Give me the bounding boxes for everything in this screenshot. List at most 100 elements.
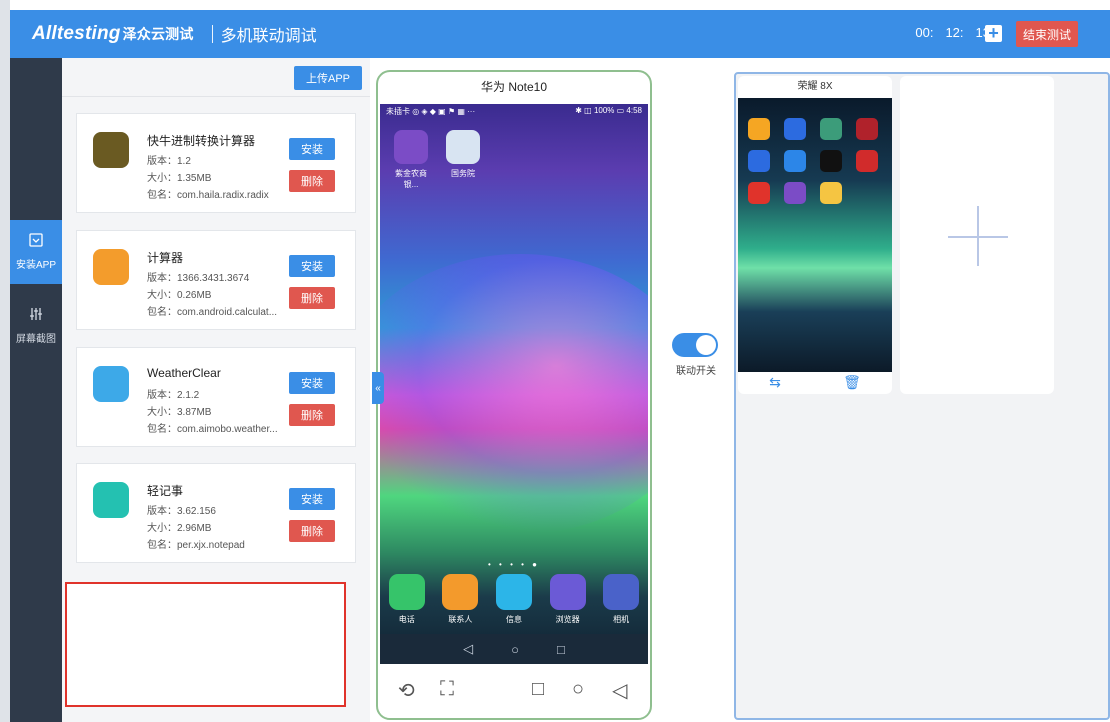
notepad-app-icon [93, 482, 129, 518]
screenshot-icon[interactable]: ⛶ [440, 678, 454, 701]
app-card: 轻记事 版本：3.62.156 大小：2.96MB 包名：per.xjx.not… [76, 463, 356, 563]
app-list-panel: 上传APP 快牛进制转换计算器 版本：1.2 大小：1.35MB 包名：com.… [62, 58, 370, 722]
inbox-icon [29, 233, 43, 250]
status-left: 未插卡 ◎ ◈ ◆ ▣ ⚑ ▦ ··· [386, 107, 476, 116]
collapse-panel-button[interactable]: « [372, 372, 384, 404]
app-version: 版本：1366.3431.3674 [147, 273, 250, 284]
app-icon[interactable] [820, 150, 842, 172]
app-icon[interactable] [820, 118, 842, 140]
header-divider [211, 25, 213, 43]
upload-app-button[interactable]: 上传APP [294, 66, 362, 90]
device-screen[interactable]: 未插卡 ◎ ◈ ◆ ▣ ⚑ ▦ ··· ✱ ◫ 100% ▭ 4:58 紫金农商… [380, 104, 648, 664]
end-test-button[interactable]: 结束测试 [1016, 21, 1078, 47]
add-device-slot[interactable] [900, 76, 1054, 394]
dock-app[interactable]: 电话 [385, 574, 429, 625]
dock-app[interactable]: 信息 [492, 574, 536, 625]
home-icon[interactable]: ○ [572, 678, 584, 701]
device-title: 华为 Note10 [480, 80, 548, 94]
recents-icon[interactable]: □ [532, 678, 544, 701]
page-indicator: • • • • ● [488, 560, 540, 569]
delete-button[interactable]: 删除 [289, 287, 335, 309]
timer-minutes: 12: [945, 25, 964, 40]
app-version: 版本：3.62.156 [147, 506, 216, 517]
status-right: ✱ ◫ 100% ▭ 4:58 [575, 106, 642, 115]
app-icon[interactable] [856, 150, 878, 172]
app-package: 包名：com.haila.radix.radix [147, 190, 269, 201]
sliders-icon [29, 307, 43, 324]
secondary-device: 荣耀 8X ⇆ 🗑 [738, 76, 892, 394]
nav-screenshot-label: 屏幕截图 [16, 334, 56, 345]
back-icon[interactable]: ◁ [612, 678, 627, 703]
highlight-box [65, 582, 346, 707]
app-package: 包名：per.xjx.notepad [147, 540, 245, 551]
install-button[interactable]: 安装 [289, 488, 335, 510]
app-name: WeatherClear [147, 366, 221, 380]
home-app[interactable]: 紫金农商银... [388, 130, 434, 190]
mini-app-grid [748, 118, 888, 204]
android-nav-bar: ◁ ○ □ [380, 634, 648, 664]
app-dock: 电话 联系人 信息 浏览器 相机 [380, 574, 648, 625]
recents-icon[interactable]: □ [557, 642, 565, 657]
logo-text: Alltesting [32, 23, 121, 44]
delete-button[interactable]: 删除 [289, 170, 335, 192]
app-label: 信息 [505, 615, 522, 624]
sync-toggle[interactable] [672, 333, 718, 357]
bank-app-icon [394, 130, 428, 164]
app-icon[interactable] [748, 150, 770, 172]
dock-app[interactable]: 联系人 [438, 574, 482, 625]
secondary-devices-panel: 荣耀 8X ⇆ 🗑 [734, 72, 1110, 720]
app-icon[interactable] [784, 182, 806, 204]
app-size: 大小：2.96MB [147, 523, 212, 534]
trash-icon[interactable]: 🗑 [843, 374, 861, 394]
government-app-icon [446, 130, 480, 164]
wallpaper-aurora [380, 254, 648, 534]
install-button[interactable]: 安装 [289, 138, 335, 160]
nav-install-app[interactable]: 安装APP [10, 220, 68, 284]
app-label: 浏览器 [555, 615, 580, 624]
page-title: 多机联动调试 [220, 28, 317, 45]
app-icon[interactable] [820, 182, 842, 204]
app-name: 快牛进制转换计算器 [147, 134, 256, 148]
home-app[interactable]: 国务院 [440, 130, 486, 179]
rotate-icon[interactable]: ⟲ [398, 678, 415, 703]
app-size: 大小：1.35MB [147, 173, 212, 184]
app-package: 包名：com.android.calculat... [147, 307, 278, 318]
app-size: 大小：3.87MB [147, 407, 212, 418]
app-label: 紫金农商银... [395, 169, 427, 189]
weather-app-icon [93, 366, 129, 402]
app-icon[interactable] [784, 150, 806, 172]
brand-logo: Alltesting 泽众云测试 [32, 23, 194, 45]
switch-device-icon[interactable]: ⇆ [769, 374, 781, 394]
app-icon[interactable] [748, 118, 770, 140]
window-edge [0, 0, 10, 722]
home-icon[interactable]: ○ [511, 642, 519, 657]
dock-app[interactable]: 相机 [599, 574, 643, 625]
app-card: 计算器 版本：1366.3431.3674 大小：0.26MB 包名：com.a… [76, 230, 356, 330]
status-bar: 未插卡 ◎ ◈ ◆ ▣ ⚑ ▦ ··· ✱ ◫ 100% ▭ 4:58 [386, 106, 642, 117]
app-icon[interactable] [784, 118, 806, 140]
delete-button[interactable]: 删除 [289, 404, 335, 426]
messages-icon [495, 574, 532, 610]
device-toolbar: ⟲ ⛶ □ ○ ◁ [380, 664, 648, 718]
install-button[interactable]: 安装 [289, 372, 335, 394]
device-screen[interactable] [738, 98, 892, 372]
toggle-knob [696, 335, 716, 355]
install-button[interactable]: 安装 [289, 255, 335, 277]
logo-subtext: 泽众云测试 [122, 26, 194, 42]
calculator-app-icon [93, 132, 129, 168]
dock-app[interactable]: 浏览器 [546, 574, 590, 625]
nav-screenshot[interactable]: 屏幕截图 [10, 294, 62, 358]
app-icon[interactable] [856, 118, 878, 140]
app-name: 轻记事 [147, 484, 184, 498]
app-size: 大小：0.26MB [147, 290, 212, 301]
delete-button[interactable]: 删除 [289, 520, 335, 542]
back-icon[interactable]: ◁ [463, 641, 473, 657]
app-label: 国务院 [451, 169, 475, 178]
main-device-panel: 华为 Note10 未插卡 ◎ ◈ ◆ ▣ ⚑ ▦ ··· ✱ ◫ 100% ▭… [376, 70, 652, 720]
app-icon[interactable] [748, 182, 770, 204]
app-name: 计算器 [147, 251, 184, 265]
app-card: WeatherClear 版本：2.1.2 大小：3.87MB 包名：com.a… [76, 347, 356, 447]
add-device-button[interactable]: + [985, 24, 1002, 42]
calculator-app-icon [93, 249, 129, 285]
app-root: Alltesting 泽众云测试 多机联动调试 00: 12: 13 + 结束测试… [0, 0, 1110, 722]
